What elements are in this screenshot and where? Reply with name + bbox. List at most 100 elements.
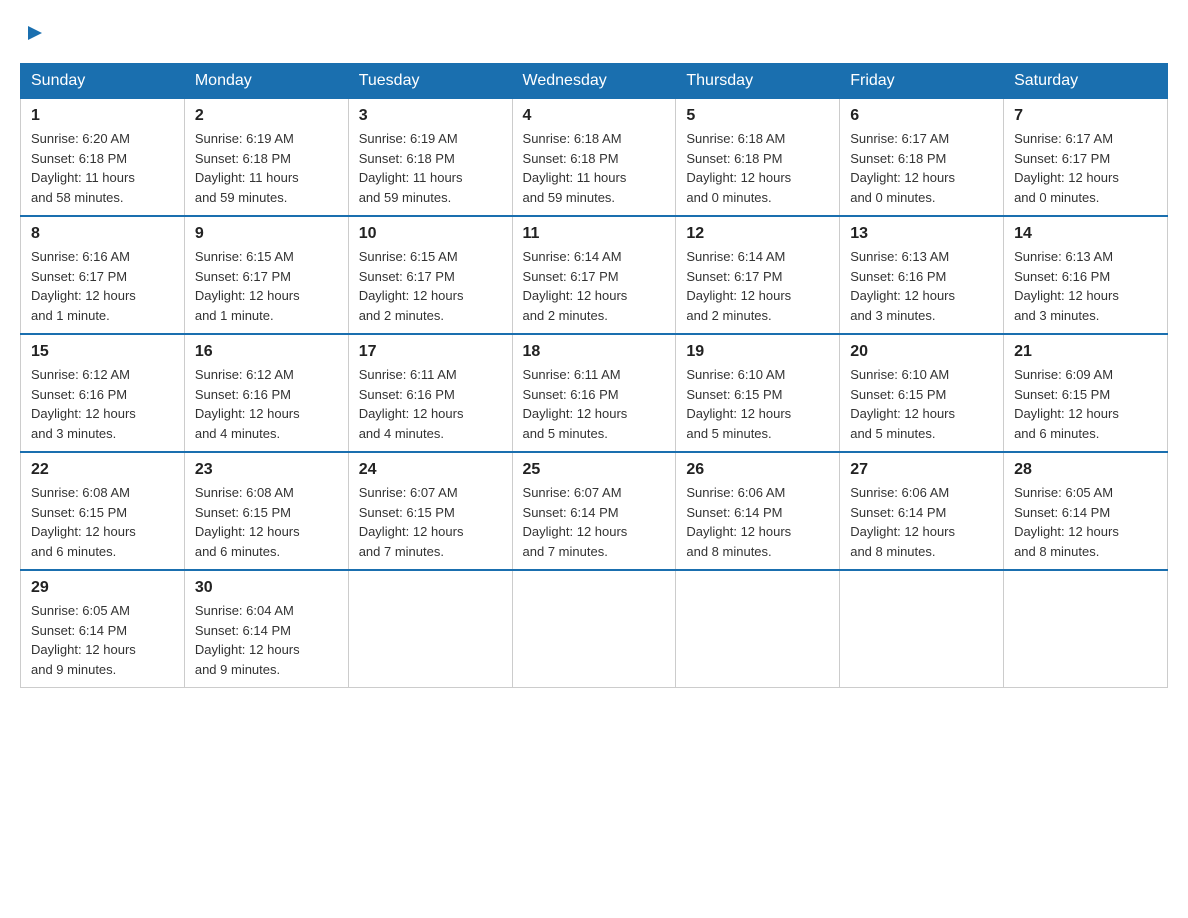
day-info: Sunrise: 6:04 AMSunset: 6:14 PMDaylight:… [195, 601, 338, 679]
calendar-cell: 26 Sunrise: 6:06 AMSunset: 6:14 PMDaylig… [676, 452, 840, 570]
calendar-cell: 19 Sunrise: 6:10 AMSunset: 6:15 PMDaylig… [676, 334, 840, 452]
calendar-cell: 7 Sunrise: 6:17 AMSunset: 6:17 PMDayligh… [1004, 99, 1168, 217]
day-info: Sunrise: 6:15 AMSunset: 6:17 PMDaylight:… [195, 247, 338, 325]
day-number: 27 [850, 461, 993, 479]
calendar-cell [348, 570, 512, 688]
day-number: 11 [523, 225, 666, 243]
calendar-cell: 25 Sunrise: 6:07 AMSunset: 6:14 PMDaylig… [512, 452, 676, 570]
day-number: 12 [686, 225, 829, 243]
day-number: 9 [195, 225, 338, 243]
calendar-week-row: 22 Sunrise: 6:08 AMSunset: 6:15 PMDaylig… [21, 452, 1168, 570]
day-number: 30 [195, 579, 338, 597]
calendar-cell: 6 Sunrise: 6:17 AMSunset: 6:18 PMDayligh… [840, 99, 1004, 217]
day-number: 17 [359, 343, 502, 361]
day-number: 25 [523, 461, 666, 479]
day-of-week-header: Friday [840, 64, 1004, 99]
day-info: Sunrise: 6:12 AMSunset: 6:16 PMDaylight:… [195, 365, 338, 443]
day-info: Sunrise: 6:06 AMSunset: 6:14 PMDaylight:… [686, 483, 829, 561]
day-of-week-header: Saturday [1004, 64, 1168, 99]
day-info: Sunrise: 6:16 AMSunset: 6:17 PMDaylight:… [31, 247, 174, 325]
calendar-cell: 23 Sunrise: 6:08 AMSunset: 6:15 PMDaylig… [184, 452, 348, 570]
day-of-week-header: Wednesday [512, 64, 676, 99]
calendar-cell: 21 Sunrise: 6:09 AMSunset: 6:15 PMDaylig… [1004, 334, 1168, 452]
calendar-cell: 18 Sunrise: 6:11 AMSunset: 6:16 PMDaylig… [512, 334, 676, 452]
day-info: Sunrise: 6:07 AMSunset: 6:15 PMDaylight:… [359, 483, 502, 561]
day-number: 23 [195, 461, 338, 479]
day-number: 13 [850, 225, 993, 243]
day-number: 20 [850, 343, 993, 361]
day-info: Sunrise: 6:06 AMSunset: 6:14 PMDaylight:… [850, 483, 993, 561]
day-of-week-header: Thursday [676, 64, 840, 99]
calendar-header-row: SundayMondayTuesdayWednesdayThursdayFrid… [21, 64, 1168, 99]
day-info: Sunrise: 6:13 AMSunset: 6:16 PMDaylight:… [1014, 247, 1157, 325]
calendar-week-row: 29 Sunrise: 6:05 AMSunset: 6:14 PMDaylig… [21, 570, 1168, 688]
calendar-cell: 5 Sunrise: 6:18 AMSunset: 6:18 PMDayligh… [676, 99, 840, 217]
day-info: Sunrise: 6:10 AMSunset: 6:15 PMDaylight:… [850, 365, 993, 443]
day-info: Sunrise: 6:12 AMSunset: 6:16 PMDaylight:… [31, 365, 174, 443]
calendar-cell: 30 Sunrise: 6:04 AMSunset: 6:14 PMDaylig… [184, 570, 348, 688]
day-number: 8 [31, 225, 174, 243]
day-info: Sunrise: 6:07 AMSunset: 6:14 PMDaylight:… [523, 483, 666, 561]
day-info: Sunrise: 6:09 AMSunset: 6:15 PMDaylight:… [1014, 365, 1157, 443]
logo [20, 20, 46, 43]
day-info: Sunrise: 6:13 AMSunset: 6:16 PMDaylight:… [850, 247, 993, 325]
day-info: Sunrise: 6:05 AMSunset: 6:14 PMDaylight:… [1014, 483, 1157, 561]
calendar-table: SundayMondayTuesdayWednesdayThursdayFrid… [20, 63, 1168, 688]
calendar-cell: 1 Sunrise: 6:20 AMSunset: 6:18 PMDayligh… [21, 99, 185, 217]
day-number: 24 [359, 461, 502, 479]
calendar-cell: 16 Sunrise: 6:12 AMSunset: 6:16 PMDaylig… [184, 334, 348, 452]
calendar-cell: 22 Sunrise: 6:08 AMSunset: 6:15 PMDaylig… [21, 452, 185, 570]
calendar-cell: 10 Sunrise: 6:15 AMSunset: 6:17 PMDaylig… [348, 216, 512, 334]
day-number: 26 [686, 461, 829, 479]
day-of-week-header: Sunday [21, 64, 185, 99]
day-info: Sunrise: 6:20 AMSunset: 6:18 PMDaylight:… [31, 129, 174, 207]
calendar-week-row: 1 Sunrise: 6:20 AMSunset: 6:18 PMDayligh… [21, 99, 1168, 217]
day-info: Sunrise: 6:11 AMSunset: 6:16 PMDaylight:… [359, 365, 502, 443]
day-number: 16 [195, 343, 338, 361]
calendar-cell: 24 Sunrise: 6:07 AMSunset: 6:15 PMDaylig… [348, 452, 512, 570]
day-number: 14 [1014, 225, 1157, 243]
calendar-cell: 9 Sunrise: 6:15 AMSunset: 6:17 PMDayligh… [184, 216, 348, 334]
day-info: Sunrise: 6:18 AMSunset: 6:18 PMDaylight:… [686, 129, 829, 207]
calendar-cell: 2 Sunrise: 6:19 AMSunset: 6:18 PMDayligh… [184, 99, 348, 217]
day-number: 29 [31, 579, 174, 597]
calendar-cell: 28 Sunrise: 6:05 AMSunset: 6:14 PMDaylig… [1004, 452, 1168, 570]
day-info: Sunrise: 6:10 AMSunset: 6:15 PMDaylight:… [686, 365, 829, 443]
day-info: Sunrise: 6:18 AMSunset: 6:18 PMDaylight:… [523, 129, 666, 207]
calendar-cell: 27 Sunrise: 6:06 AMSunset: 6:14 PMDaylig… [840, 452, 1004, 570]
calendar-cell: 13 Sunrise: 6:13 AMSunset: 6:16 PMDaylig… [840, 216, 1004, 334]
day-number: 18 [523, 343, 666, 361]
day-number: 2 [195, 107, 338, 125]
calendar-week-row: 8 Sunrise: 6:16 AMSunset: 6:17 PMDayligh… [21, 216, 1168, 334]
calendar-cell [840, 570, 1004, 688]
day-number: 21 [1014, 343, 1157, 361]
day-number: 15 [31, 343, 174, 361]
calendar-cell: 11 Sunrise: 6:14 AMSunset: 6:17 PMDaylig… [512, 216, 676, 334]
day-number: 5 [686, 107, 829, 125]
day-info: Sunrise: 6:17 AMSunset: 6:18 PMDaylight:… [850, 129, 993, 207]
calendar-cell [512, 570, 676, 688]
day-info: Sunrise: 6:19 AMSunset: 6:18 PMDaylight:… [359, 129, 502, 207]
day-number: 3 [359, 107, 502, 125]
day-number: 6 [850, 107, 993, 125]
day-info: Sunrise: 6:15 AMSunset: 6:17 PMDaylight:… [359, 247, 502, 325]
day-number: 1 [31, 107, 174, 125]
day-info: Sunrise: 6:14 AMSunset: 6:17 PMDaylight:… [523, 247, 666, 325]
day-info: Sunrise: 6:08 AMSunset: 6:15 PMDaylight:… [195, 483, 338, 561]
logo-arrow-icon [24, 22, 46, 44]
day-info: Sunrise: 6:05 AMSunset: 6:14 PMDaylight:… [31, 601, 174, 679]
day-number: 4 [523, 107, 666, 125]
day-number: 22 [31, 461, 174, 479]
calendar-cell: 12 Sunrise: 6:14 AMSunset: 6:17 PMDaylig… [676, 216, 840, 334]
calendar-cell: 3 Sunrise: 6:19 AMSunset: 6:18 PMDayligh… [348, 99, 512, 217]
calendar-cell: 8 Sunrise: 6:16 AMSunset: 6:17 PMDayligh… [21, 216, 185, 334]
day-info: Sunrise: 6:14 AMSunset: 6:17 PMDaylight:… [686, 247, 829, 325]
calendar-cell: 17 Sunrise: 6:11 AMSunset: 6:16 PMDaylig… [348, 334, 512, 452]
calendar-cell: 29 Sunrise: 6:05 AMSunset: 6:14 PMDaylig… [21, 570, 185, 688]
day-number: 10 [359, 225, 502, 243]
calendar-cell [676, 570, 840, 688]
calendar-cell: 15 Sunrise: 6:12 AMSunset: 6:16 PMDaylig… [21, 334, 185, 452]
day-of-week-header: Tuesday [348, 64, 512, 99]
day-number: 28 [1014, 461, 1157, 479]
day-of-week-header: Monday [184, 64, 348, 99]
